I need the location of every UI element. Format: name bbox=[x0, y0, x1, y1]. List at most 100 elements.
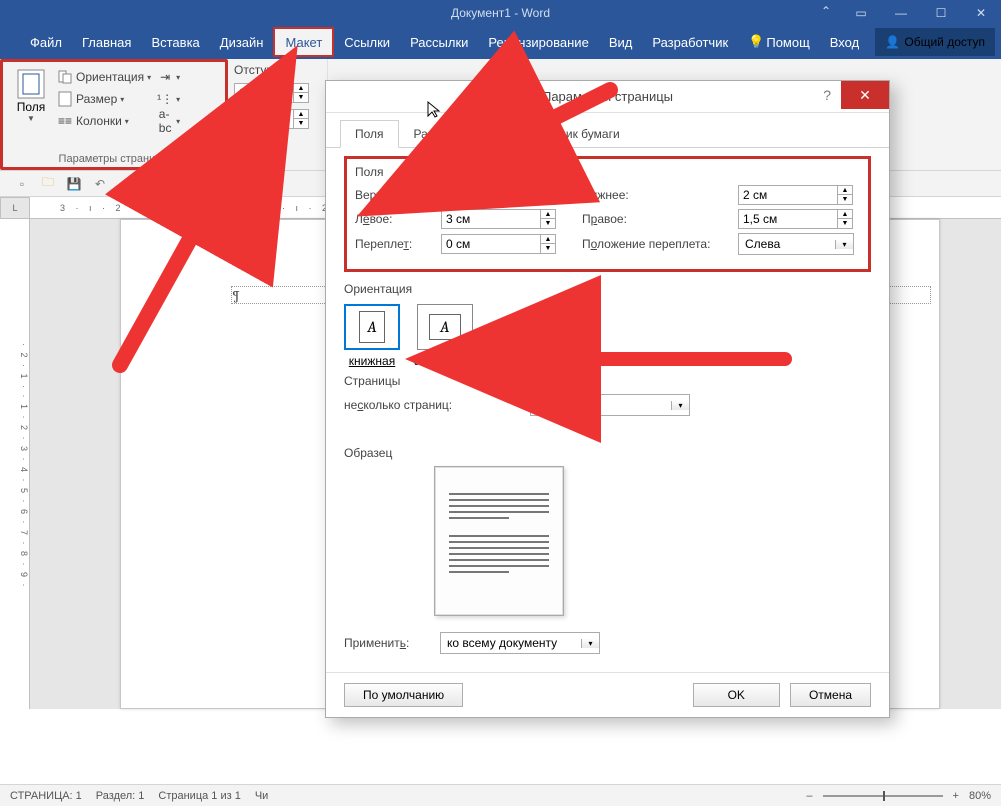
multi-pages-label: несколько страниц: bbox=[344, 398, 484, 412]
dialog-help-icon[interactable]: ? bbox=[823, 87, 831, 103]
redo-icon[interactable]: ↷ bbox=[118, 176, 134, 192]
top-margin-input[interactable] bbox=[441, 185, 541, 205]
gutter-label: Переплет: bbox=[355, 237, 435, 251]
minimize-icon[interactable]: — bbox=[881, 0, 921, 25]
top-margin-field[interactable]: ▲▼ bbox=[441, 185, 556, 205]
share-icon: 👤 bbox=[885, 35, 900, 49]
tab-references[interactable]: Ссылки bbox=[334, 25, 400, 59]
indent-left-input[interactable] bbox=[234, 83, 294, 103]
lightbulb-icon: 💡 bbox=[748, 34, 764, 50]
orientation-button[interactable]: Ориентация▾ bbox=[57, 66, 151, 88]
preview-page bbox=[434, 466, 564, 616]
spinner-icon[interactable]: ▲▼ bbox=[838, 209, 853, 229]
cancel-button[interactable]: Отмена bbox=[790, 683, 871, 707]
spinner-icon[interactable]: ▲▼ bbox=[541, 234, 556, 254]
gutter-pos-combo[interactable]: Слева ▾ bbox=[738, 233, 854, 255]
tab-home[interactable]: Главная bbox=[72, 25, 141, 59]
gutter-pos-value: Слева bbox=[739, 237, 835, 251]
tab-signin[interactable]: Вход bbox=[820, 25, 869, 59]
tab-design[interactable]: Дизайн bbox=[210, 25, 274, 59]
maximize-icon[interactable]: ☐ bbox=[921, 0, 961, 25]
orientation-title: Ориентация bbox=[344, 282, 871, 296]
tab-layout[interactable]: Макет bbox=[273, 27, 334, 57]
preview-title: Образец bbox=[344, 446, 871, 460]
ok-button[interactable]: OK bbox=[693, 683, 780, 707]
ribbon-options-icon[interactable]: ⌃ bbox=[821, 4, 831, 18]
hyphenation-button[interactable]: a-bc▾ bbox=[157, 110, 180, 132]
tab-review[interactable]: Рецензирование bbox=[478, 25, 598, 59]
orientation-landscape[interactable]: A альбомная bbox=[414, 304, 476, 368]
tab-view[interactable]: Вид bbox=[599, 25, 643, 59]
dialog-tab-margins[interactable]: Поля bbox=[340, 120, 399, 148]
zoom-in-icon[interactable]: + bbox=[953, 790, 959, 802]
open-icon[interactable]: 🗀 bbox=[40, 176, 56, 192]
bottom-margin-field[interactable]: ▲▼ bbox=[738, 185, 853, 205]
tab-file[interactable]: Файл bbox=[20, 25, 72, 59]
ribbon-tabs: Файл Главная Вставка Дизайн Макет Ссылки… bbox=[0, 25, 1001, 59]
zoom-slider[interactable] bbox=[823, 795, 943, 797]
status-page-of[interactable]: Страница 1 из 1 bbox=[158, 790, 240, 802]
right-margin-field[interactable]: ▲▼ bbox=[738, 209, 853, 229]
window-title: Документ1 - Word bbox=[451, 6, 550, 20]
spinner-icon[interactable]: ▲▼ bbox=[294, 109, 309, 129]
gutter-input[interactable] bbox=[441, 234, 541, 254]
save-icon[interactable]: 💾 bbox=[66, 176, 82, 192]
page-setup-launcher[interactable]: ◲ bbox=[214, 154, 223, 165]
dialog-tab-paper[interactable]: Размер бумаги bbox=[399, 120, 512, 148]
new-icon[interactable]: ▫ bbox=[14, 176, 30, 192]
tab-selector[interactable]: L bbox=[0, 197, 30, 219]
columns-button[interactable]: ≡≡ Колонки▾ bbox=[57, 110, 151, 132]
columns-icon: ≡≡ bbox=[57, 113, 73, 129]
paragraph-mark-icon: ¶ bbox=[232, 287, 240, 304]
left-margin-label: Левое: bbox=[355, 212, 435, 226]
print-preview-icon[interactable]: 🔍 bbox=[144, 176, 160, 192]
page-setup-dialog: Параметры страницы ? ✕ Поля Размер бумаг… bbox=[325, 80, 890, 718]
tab-developer[interactable]: Разработчик bbox=[642, 25, 738, 59]
margins-button[interactable]: Поля ▼ bbox=[9, 66, 53, 132]
multi-pages-combo[interactable]: Обычный ▾ bbox=[530, 394, 690, 416]
tab-insert[interactable]: Вставка bbox=[141, 25, 209, 59]
size-button[interactable]: Размер▾ bbox=[57, 88, 151, 110]
margins-section-title: Поля bbox=[355, 165, 860, 179]
share-button[interactable]: 👤 Общий доступ bbox=[875, 28, 995, 56]
status-chars[interactable]: Чи bbox=[255, 790, 268, 802]
title-bar: Документ1 - Word ⌃ ▭ — ☐ ✕ bbox=[0, 0, 1001, 25]
dialog-tab-source[interactable]: Источник бумаги bbox=[512, 120, 635, 148]
spinner-icon[interactable]: ▲▼ bbox=[541, 209, 556, 229]
status-page[interactable]: СТРАНИЦА: 1 bbox=[10, 790, 82, 802]
right-margin-input[interactable] bbox=[738, 209, 838, 229]
apply-label: Применить: bbox=[344, 636, 434, 650]
dialog-tabs: Поля Размер бумаги Источник бумаги bbox=[326, 113, 889, 148]
indent-right[interactable]: ▲▼ bbox=[234, 109, 321, 129]
breaks-icon: ⇥ bbox=[157, 69, 173, 85]
breaks-button[interactable]: ⇥▾ bbox=[157, 66, 180, 88]
left-margin-input[interactable] bbox=[441, 209, 541, 229]
tab-mailings[interactable]: Рассылки bbox=[400, 25, 478, 59]
close-icon[interactable]: ✕ bbox=[961, 0, 1001, 25]
orientation-portrait[interactable]: A книжная bbox=[344, 304, 400, 368]
dropdown-icon[interactable]: ▾ bbox=[835, 240, 853, 249]
left-margin-field[interactable]: ▲▼ bbox=[441, 209, 556, 229]
dialog-titlebar[interactable]: Параметры страницы ? ✕ bbox=[326, 81, 889, 113]
indent-left[interactable]: ▲▼ bbox=[234, 83, 321, 103]
group-page-setup-label: Параметры страницы bbox=[3, 153, 225, 165]
dropdown-icon[interactable]: ▾ bbox=[671, 401, 689, 410]
dialog-close-button[interactable]: ✕ bbox=[841, 81, 889, 109]
spinner-icon[interactable]: ▲▼ bbox=[294, 83, 309, 103]
tab-help[interactable]: 💡Помощ bbox=[738, 25, 820, 59]
zoom-value[interactable]: 80% bbox=[969, 790, 991, 802]
gutter-field[interactable]: ▲▼ bbox=[441, 234, 556, 254]
window-state-icon[interactable]: ▭ bbox=[841, 0, 881, 25]
undo-icon[interactable]: ↶ bbox=[92, 176, 108, 192]
spinner-icon[interactable]: ▲▼ bbox=[838, 185, 853, 205]
zoom-out-icon[interactable]: – bbox=[806, 790, 812, 802]
dropdown-icon[interactable]: ▾ bbox=[581, 639, 599, 648]
apply-combo[interactable]: ко всему документу ▾ bbox=[440, 632, 600, 654]
indent-right-input[interactable] bbox=[234, 109, 294, 129]
vertical-ruler[interactable]: · 2 · 1 · · 1 · 2 · 3 · 4 · 5 · 6 · 7 · … bbox=[0, 219, 30, 709]
qat-more-icon[interactable]: ▾ bbox=[170, 176, 186, 192]
bottom-margin-input[interactable] bbox=[738, 185, 838, 205]
default-button[interactable]: По умолчанию bbox=[344, 683, 463, 707]
status-section[interactable]: Раздел: 1 bbox=[96, 790, 145, 802]
spinner-icon[interactable]: ▲▼ bbox=[541, 185, 556, 205]
